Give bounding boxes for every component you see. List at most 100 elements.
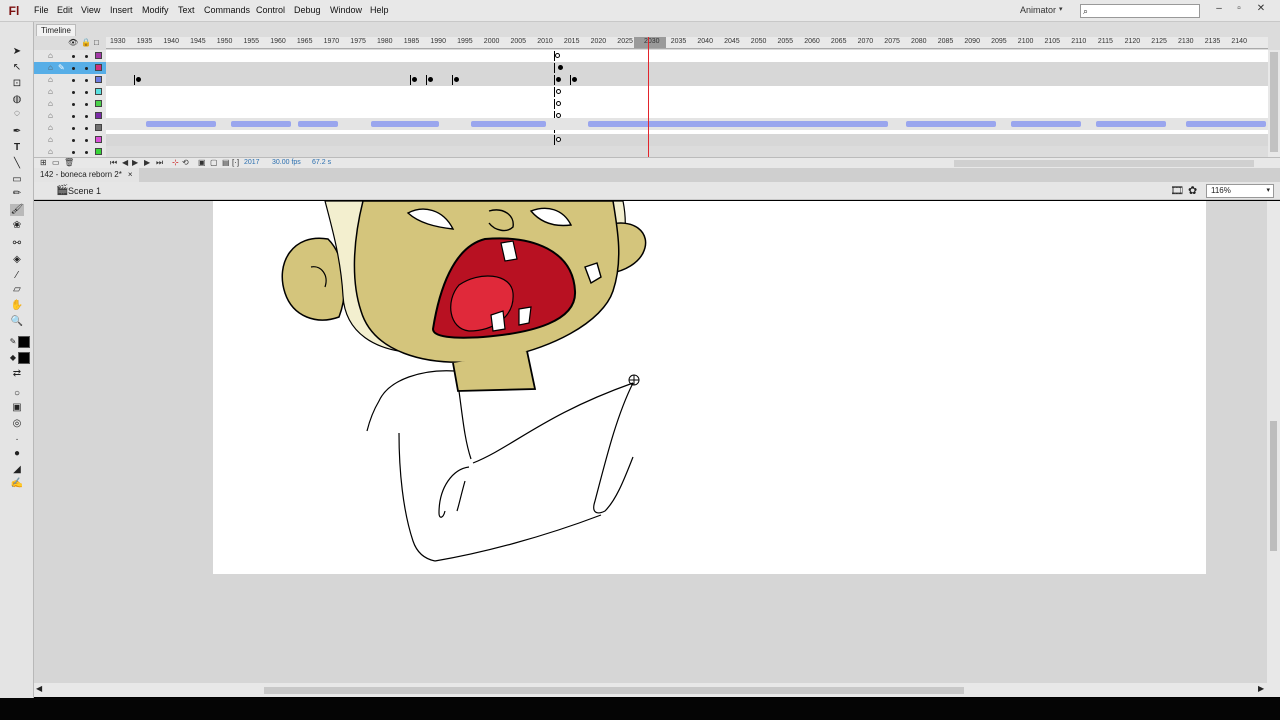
pasteboard[interactable]: [34, 201, 1280, 683]
scene-breadcrumb[interactable]: Scene 1: [68, 186, 101, 196]
layer-color-swatch[interactable]: [95, 52, 102, 59]
brush-mode-icon[interactable]: ▣: [10, 402, 24, 414]
scroll-thumb[interactable]: [1270, 421, 1277, 551]
lock-dot[interactable]: [85, 79, 88, 82]
zoom-select[interactable]: 116% ▾: [1206, 184, 1274, 198]
stage[interactable]: [213, 201, 1206, 574]
menu-text[interactable]: Text: [178, 5, 195, 15]
menu-commands[interactable]: Commands: [204, 5, 250, 15]
audio-waveform[interactable]: [106, 118, 1268, 130]
free-transform-tool-icon[interactable]: ⊡: [10, 78, 24, 90]
play-icon[interactable]: ▶: [132, 158, 138, 167]
onion-skin-outline-icon[interactable]: ▢: [210, 158, 218, 167]
document-tab[interactable]: 142 - boneca reborn 2* ×: [34, 168, 139, 182]
timeline-tab[interactable]: Timeline: [36, 24, 76, 36]
lock-dot[interactable]: [85, 103, 88, 106]
maximize-button[interactable]: ▫: [1230, 2, 1248, 16]
lock-dot[interactable]: [85, 55, 88, 58]
line-tool-icon[interactable]: ╲: [10, 158, 24, 170]
menu-window[interactable]: Window: [330, 5, 362, 15]
center-frame-icon[interactable]: ⊹: [172, 158, 179, 167]
pressure-icon[interactable]: ✍: [10, 478, 24, 490]
zoom-tool-icon[interactable]: 🔍: [10, 316, 24, 328]
layer-row[interactable]: ⌂: [34, 86, 1268, 98]
go-to-first-icon[interactable]: ⏮: [110, 158, 117, 168]
layer-frames[interactable]: [106, 50, 1268, 62]
hand-tool-icon[interactable]: ✋: [10, 300, 24, 312]
modify-markers-icon[interactable]: [·]: [232, 158, 239, 167]
step-back-icon[interactable]: ◀: [122, 158, 128, 167]
menu-debug[interactable]: Debug: [294, 5, 321, 15]
scroll-thumb[interactable]: [264, 687, 964, 694]
minimize-button[interactable]: –: [1210, 2, 1228, 16]
layer-row[interactable]: ⌂: [34, 98, 1268, 110]
new-layer-icon[interactable]: ⊞: [40, 158, 47, 167]
layer-color-swatch[interactable]: [95, 64, 102, 71]
brush-size-small-icon[interactable]: ·: [10, 434, 24, 446]
delete-layer-icon[interactable]: 🗑: [64, 158, 74, 167]
layer-row[interactable]: ⌂: [34, 50, 1268, 62]
layer-row[interactable]: ⌂ ✎: [34, 62, 1268, 74]
lock-dot[interactable]: [85, 115, 88, 118]
close-button[interactable]: ✕: [1252, 2, 1270, 16]
scroll-right-icon[interactable]: ▶: [1258, 684, 1264, 693]
visibility-dot[interactable]: [72, 55, 75, 58]
go-to-last-icon[interactable]: ⏭: [156, 158, 163, 168]
layer-color-swatch[interactable]: [95, 148, 102, 155]
layer-row[interactable]: ⌂: [34, 74, 1268, 86]
menu-edit[interactable]: Edit: [57, 5, 73, 15]
menu-modify[interactable]: Modify: [142, 5, 169, 15]
subselection-tool-icon[interactable]: ↖: [10, 62, 24, 74]
chevron-down-icon[interactable]: ▾: [1059, 5, 1063, 13]
rectangle-tool-icon[interactable]: ▭: [10, 174, 24, 186]
stage-horizontal-scrollbar[interactable]: ◀ ▶: [34, 683, 1280, 697]
edit-multiple-frames-icon[interactable]: ▤: [222, 158, 230, 167]
brush-shape-icon[interactable]: ◢: [10, 464, 24, 476]
edit-symbols-icon[interactable]: ✿: [1188, 184, 1197, 197]
layer-color-swatch[interactable]: [95, 76, 102, 83]
lock-dot[interactable]: [85, 139, 88, 142]
text-tool-icon[interactable]: T: [10, 142, 24, 154]
visibility-dot[interactable]: [72, 103, 75, 106]
selection-tool-icon[interactable]: ➤: [10, 46, 24, 58]
timeline-vertical-scrollbar[interactable]: [1268, 50, 1280, 157]
loop-icon[interactable]: ⟲: [182, 158, 189, 167]
layer-frames[interactable]: [106, 74, 1268, 86]
timeline-horizontal-scrollbar[interactable]: [954, 160, 1254, 167]
menu-help[interactable]: Help: [370, 5, 389, 15]
pencil-tool-icon[interactable]: ✏: [10, 188, 24, 200]
layer-color-swatch[interactable]: [95, 88, 102, 95]
lasso-tool-icon[interactable]: ◌: [10, 108, 24, 120]
layer-color-swatch[interactable]: [95, 124, 102, 131]
brush-tool-icon[interactable]: 🖌: [10, 204, 24, 216]
stage-vertical-scrollbar[interactable]: [1267, 201, 1280, 683]
fill-color-swatch[interactable]: [18, 352, 30, 364]
onion-skin-icon[interactable]: ▣: [198, 158, 206, 167]
close-tab-icon[interactable]: ×: [128, 170, 133, 179]
layer-frames[interactable]: [106, 134, 1268, 146]
menu-control[interactable]: Control: [256, 5, 285, 15]
step-forward-icon[interactable]: ▶: [144, 158, 150, 167]
layer-frames[interactable]: [106, 86, 1268, 98]
3d-rotation-tool-icon[interactable]: ◍: [10, 94, 24, 106]
frame-ruler[interactable]: 1930 1935 1940 1945 1950 1955 1960 1965 1970 1975…: [106, 37, 1268, 49]
swap-colors-icon[interactable]: ⇄: [10, 368, 24, 380]
layer-row[interactable]: ⌂: [34, 134, 1268, 146]
deco-tool-icon[interactable]: ❀: [10, 220, 24, 232]
layer-frames[interactable]: [106, 98, 1268, 110]
layer-frames[interactable]: [106, 62, 1268, 74]
scroll-thumb[interactable]: [1270, 52, 1278, 152]
brush-size-icon[interactable]: ●: [10, 448, 24, 460]
layer-color-swatch[interactable]: [95, 112, 102, 119]
eraser-tool-icon[interactable]: ▱: [10, 284, 24, 296]
bone-tool-icon[interactable]: ⚯: [10, 238, 24, 250]
paint-bucket-tool-icon[interactable]: ◈: [10, 254, 24, 266]
layer-color-swatch[interactable]: [95, 136, 102, 143]
lock-all-icon[interactable]: 🔒: [81, 38, 91, 47]
visibility-dot[interactable]: [72, 139, 75, 142]
visibility-dot[interactable]: [72, 67, 75, 70]
stroke-color-swatch[interactable]: [18, 336, 30, 348]
lock-dot[interactable]: [85, 151, 88, 154]
visibility-dot[interactable]: [72, 79, 75, 82]
pen-tool-icon[interactable]: ✒: [10, 126, 24, 138]
